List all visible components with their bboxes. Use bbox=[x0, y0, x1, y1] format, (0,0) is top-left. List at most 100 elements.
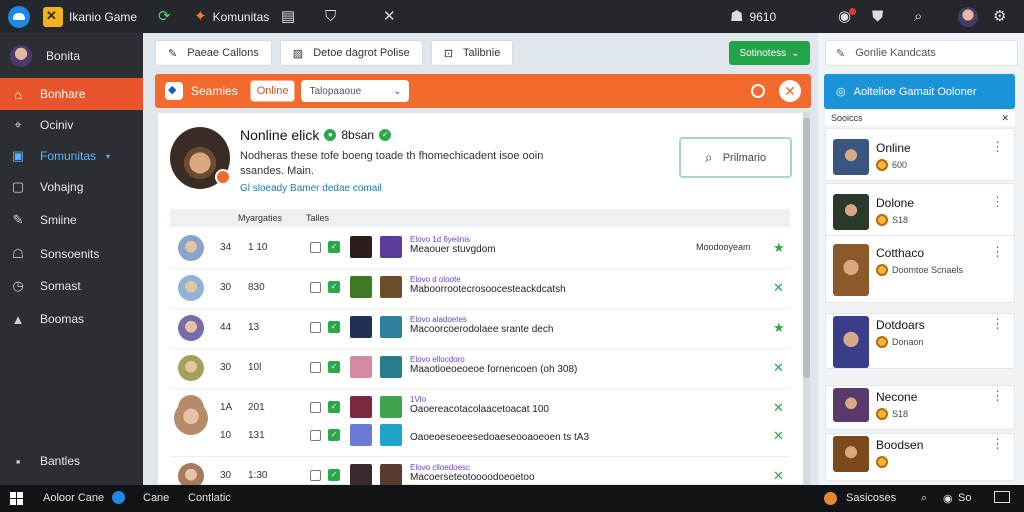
more-options-icon[interactable]: ⋮ bbox=[991, 388, 1004, 404]
tab-komunitas[interactable]: ✦ Komunitas bbox=[194, 0, 269, 33]
table-row[interactable]: 44 13 ✓ Elovo aladoetes Macoorcoerodolae… bbox=[170, 309, 790, 349]
row-checkbox[interactable] bbox=[310, 402, 321, 413]
player-avatar[interactable] bbox=[178, 275, 204, 301]
user-avatar[interactable] bbox=[958, 0, 978, 33]
scrollbar-thumb[interactable] bbox=[803, 118, 810, 378]
toolbar-button-1[interactable]: ✎ Paeae Callons bbox=[155, 40, 272, 66]
sidebar-item-privacy[interactable]: ▲ Boomas bbox=[0, 303, 143, 335]
friend-card[interactable]: Dotdoars Donaon ⋮ bbox=[825, 313, 1015, 369]
game-thumbnail[interactable] bbox=[380, 276, 402, 298]
friend-card[interactable]: Dolone S18 ⋮ bbox=[825, 183, 1015, 236]
app-title-group[interactable]: Ikanio Game bbox=[43, 0, 137, 33]
row-checkbox[interactable] bbox=[310, 362, 321, 373]
more-options-icon[interactable]: ⋮ bbox=[991, 139, 1004, 155]
table-row[interactable]: 30 10l ✓ Elovo ellocdoro Maaotioeoeoeoe … bbox=[170, 349, 790, 389]
table-row[interactable]: 30 830 ✓ Elovo d oloote Maboorrootecroso… bbox=[170, 269, 790, 309]
table-row[interactable]: 10 131 ✓ Oaoeoeseoeesedoaeseooaoeoen ts … bbox=[170, 417, 790, 457]
sidebar-item-explore[interactable]: ⌖ Ociniv bbox=[0, 109, 143, 141]
more-options-icon[interactable]: ⋮ bbox=[991, 316, 1004, 332]
row-checkbox[interactable] bbox=[310, 322, 321, 333]
game-thumbnail[interactable] bbox=[350, 316, 372, 338]
close-icon[interactable]: ✕ bbox=[779, 80, 801, 102]
star-icon[interactable]: ★ bbox=[773, 240, 785, 256]
bookmark-button[interactable]: ⛉ bbox=[325, 0, 336, 33]
player-avatar[interactable] bbox=[178, 315, 204, 341]
star-icon[interactable]: ★ bbox=[773, 320, 785, 336]
star-icon[interactable]: ✕ bbox=[773, 400, 784, 416]
add-friend-button[interactable]: ◎ Aoltelioe Gamait Ooloner bbox=[824, 74, 1015, 109]
group-avatar[interactable] bbox=[174, 401, 208, 435]
check-icon[interactable]: ✓ bbox=[328, 241, 340, 253]
more-options-icon[interactable]: ⋮ bbox=[991, 436, 1004, 452]
friend-card[interactable]: Necone S18 ⋮ bbox=[825, 385, 1015, 430]
online-filter-pill[interactable]: Online bbox=[249, 80, 296, 102]
tools-button[interactable]: ✕ bbox=[383, 0, 396, 33]
check-icon[interactable]: ✓ bbox=[328, 429, 340, 441]
taskbar-app[interactable]: Aoloor Cane bbox=[43, 492, 104, 504]
friends-search[interactable]: ✎ Gonlie Kandcats bbox=[825, 40, 1018, 66]
close-icon[interactable]: ✕ bbox=[773, 360, 784, 376]
coins-display[interactable]: ☗ 9610 bbox=[730, 0, 776, 33]
check-icon[interactable]: ✓ bbox=[328, 281, 340, 293]
game-thumbnail[interactable] bbox=[380, 356, 402, 378]
toolbar-button-2[interactable]: ▨ Detoe dagrot Polise bbox=[279, 40, 423, 66]
row-checkbox[interactable] bbox=[310, 470, 321, 481]
game-thumbnail[interactable] bbox=[380, 316, 402, 338]
game-thumbnail[interactable] bbox=[350, 276, 372, 298]
game-thumbnail[interactable] bbox=[380, 396, 402, 418]
table-row[interactable]: 34 1 10 ✓ Elovo 1d 6yeiinis Meaouer stuv… bbox=[170, 229, 790, 269]
sidebar-item-tools[interactable]: ✎ Smiine bbox=[0, 204, 143, 236]
more-options-icon[interactable]: ⋮ bbox=[991, 194, 1004, 210]
close-icon[interactable]: ✕ bbox=[773, 280, 784, 296]
search-button[interactable]: ⌕ bbox=[914, 0, 922, 33]
check-icon[interactable]: ✓ bbox=[328, 401, 340, 413]
sidebar-item-home[interactable]: ⌂ Bonhare bbox=[0, 78, 143, 110]
primary-action-button[interactable]: Sotinotess ⌄ bbox=[729, 41, 810, 65]
sidebar-item-library[interactable]: ▢ Vohajng bbox=[0, 171, 143, 203]
row-checkbox[interactable] bbox=[310, 282, 321, 293]
taskbar-item[interactable]: Cane bbox=[143, 492, 169, 504]
window-button[interactable]: ▤ bbox=[281, 0, 295, 33]
taskbar-item[interactable]: Contlatic bbox=[188, 492, 231, 504]
game-thumbnail[interactable] bbox=[350, 424, 372, 446]
profile-link[interactable]: Gl sloeady Bamer dedae comail bbox=[240, 183, 382, 194]
game-thumbnail[interactable] bbox=[350, 396, 372, 418]
star-icon[interactable]: ✕ bbox=[773, 468, 784, 484]
check-icon[interactable]: ✓ bbox=[328, 321, 340, 333]
filter-select[interactable]: Talopaaoue ⌄ bbox=[301, 80, 410, 102]
volume-icon[interactable]: ◉ bbox=[943, 492, 953, 505]
sidebar-item-history[interactable]: ◷ Somast bbox=[0, 270, 143, 302]
check-icon[interactable]: ✓ bbox=[328, 361, 340, 373]
game-thumbnail[interactable] bbox=[380, 464, 402, 486]
sidebar-item-games[interactable]: ☖ Sonsoenits bbox=[0, 238, 143, 270]
friend-card[interactable]: Cotthaco Doomtoe Scnaels ⋮ bbox=[825, 235, 1015, 303]
player-avatar[interactable] bbox=[178, 355, 204, 381]
sidebar-item-community[interactable]: ▣ Fomunitas ▾ bbox=[0, 140, 143, 172]
refresh-button[interactable]: ⟳ bbox=[158, 0, 171, 33]
friend-card[interactable]: Boodsen ⋮ bbox=[825, 433, 1015, 481]
close-icon[interactable]: ✕ bbox=[1001, 110, 1009, 126]
game-thumbnail[interactable] bbox=[350, 236, 372, 258]
notification-center-icon[interactable] bbox=[994, 491, 1010, 503]
notifications-button[interactable]: ◉ bbox=[838, 0, 856, 33]
profile-search-button[interactable]: ⌕ Prilmario bbox=[679, 137, 792, 178]
game-thumbnail[interactable] bbox=[350, 464, 372, 486]
player-avatar[interactable] bbox=[178, 235, 204, 261]
sidebar-item-settings[interactable]: ▪ Bantles bbox=[0, 445, 143, 477]
friend-card[interactable]: Online 600 ⋮ bbox=[825, 128, 1015, 181]
row-checkbox[interactable] bbox=[310, 430, 321, 441]
shield-button[interactable]: ⛊ bbox=[872, 0, 883, 33]
sidebar-item-profile[interactable]: Bonita bbox=[0, 40, 143, 72]
check-icon[interactable]: ✓ bbox=[328, 469, 340, 481]
row-checkbox[interactable] bbox=[310, 242, 321, 253]
game-thumbnail[interactable] bbox=[380, 424, 402, 446]
windows-start-icon[interactable] bbox=[10, 492, 23, 505]
toolbar-button-3[interactable]: ⊡ Talibnie bbox=[430, 40, 514, 66]
status-ring-icon[interactable] bbox=[751, 84, 765, 98]
search-icon[interactable]: ⌕ bbox=[921, 492, 927, 505]
profile-avatar[interactable] bbox=[170, 127, 231, 189]
close-icon[interactable]: ✕ bbox=[773, 428, 784, 444]
settings-button[interactable]: ⚙ bbox=[993, 0, 1006, 33]
more-options-icon[interactable]: ⋮ bbox=[991, 244, 1004, 260]
game-thumbnail[interactable] bbox=[350, 356, 372, 378]
